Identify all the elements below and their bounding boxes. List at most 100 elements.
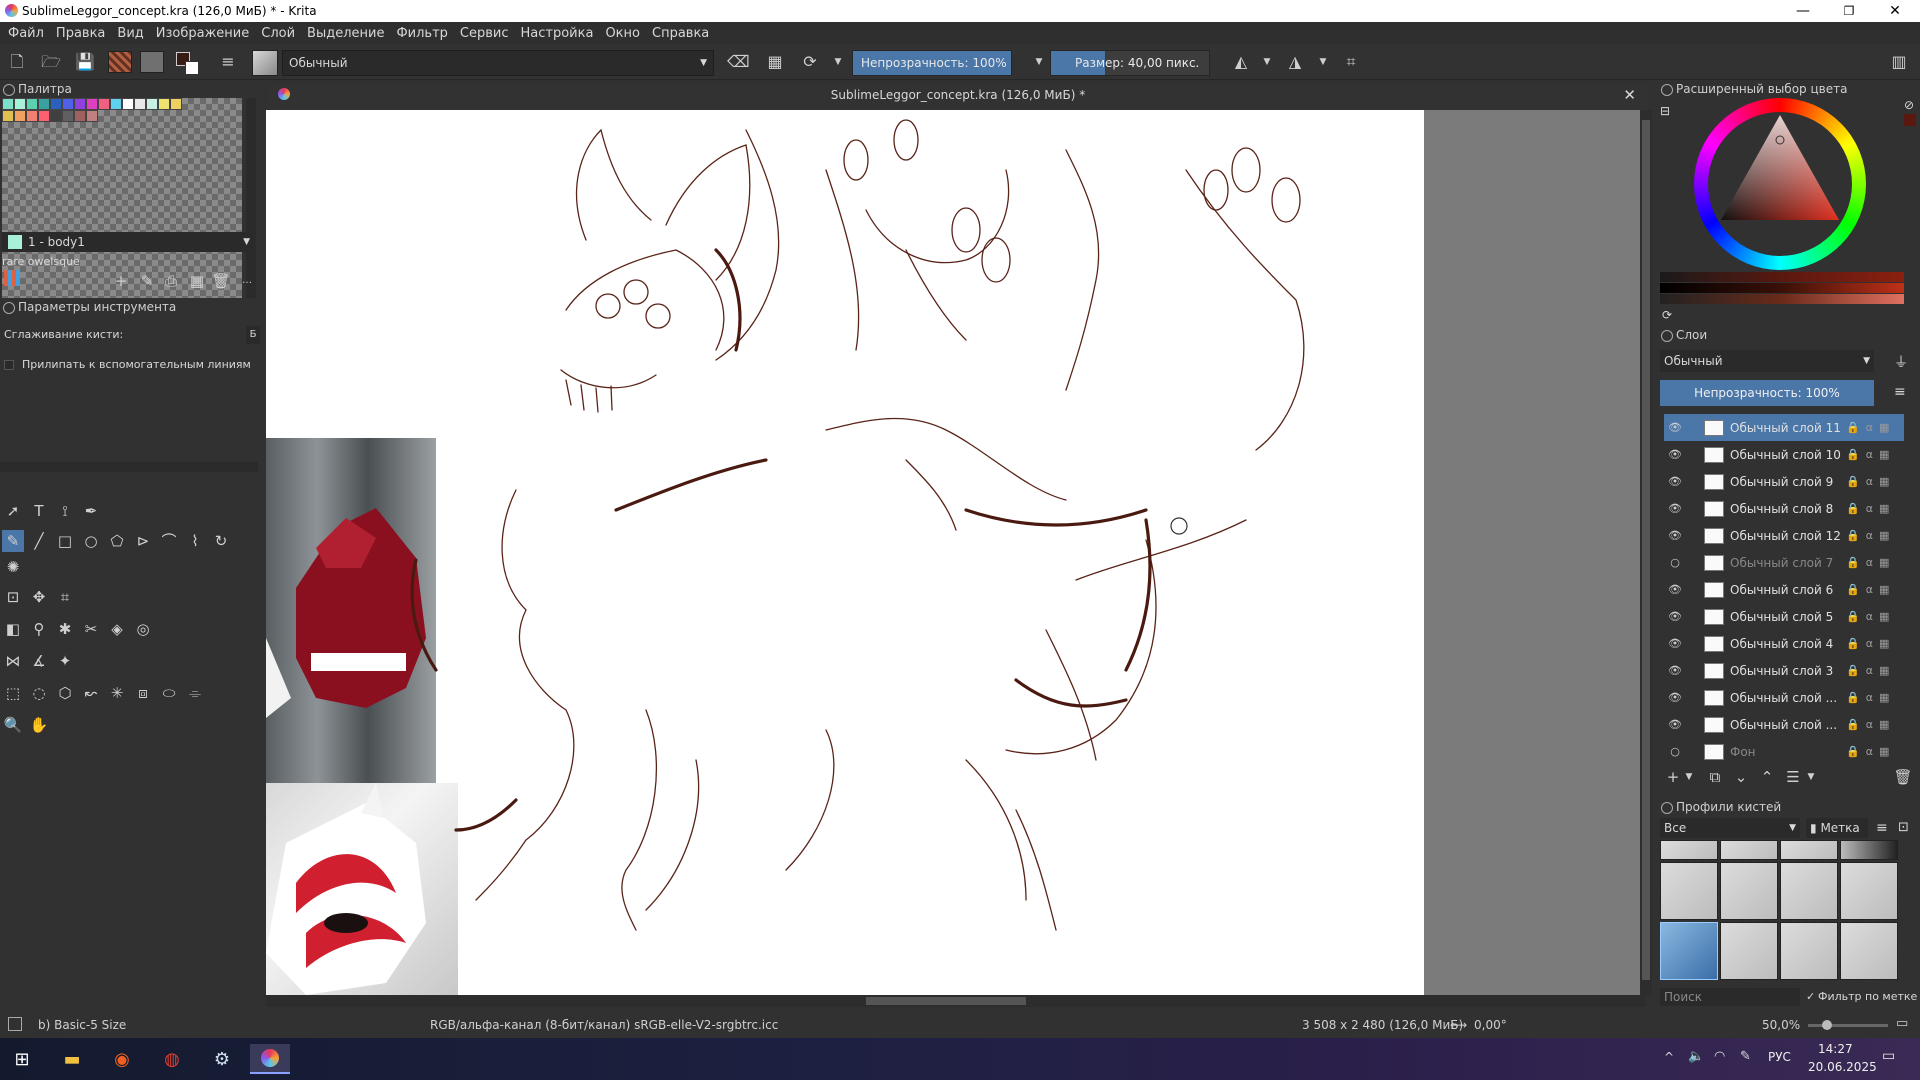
menu-layer[interactable]: Слой — [261, 26, 295, 41]
palette-swatch[interactable] — [110, 98, 122, 110]
layer-flags-icons[interactable]: 🔒α▦ — [1846, 637, 1904, 650]
similar-select-tool-icon[interactable]: ⧈ — [132, 682, 154, 704]
palette-icon[interactable] — [4, 270, 20, 286]
palette-swatch[interactable] — [26, 110, 38, 122]
mirror-horizontal-icon[interactable]: ◭ — [1230, 52, 1252, 72]
palette-swatch[interactable] — [14, 98, 26, 110]
freehand-path-tool-icon[interactable]: ⌇ — [184, 530, 206, 552]
layer-flags-icons[interactable]: 🔒α▦ — [1846, 745, 1904, 758]
smoothing-select[interactable]: Б — [246, 326, 260, 344]
brush-preset-item[interactable] — [1720, 862, 1778, 920]
layer-flags-icons[interactable]: 🔒α▦ — [1846, 529, 1904, 542]
brush-preset-item[interactable] — [1720, 840, 1778, 860]
layer-row[interactable]: 👁 Обычный слой 8 🔒α▦ — [1664, 495, 1904, 522]
gradient-selector[interactable] — [108, 51, 132, 73]
maximize-button[interactable]: ❐ — [1826, 0, 1872, 22]
palette-swatch[interactable] — [50, 110, 62, 122]
contiguous-select-tool-icon[interactable]: ✳ — [106, 682, 128, 704]
menu-window[interactable]: Окно — [605, 26, 640, 41]
snap-checkbox[interactable] — [4, 360, 14, 370]
menu-image[interactable]: Изображение — [156, 26, 249, 41]
save-icon[interactable]: 💾 — [74, 52, 96, 72]
calligraphy-tool-icon[interactable]: ✒ — [80, 500, 102, 522]
close-document-icon[interactable]: ✕ — [1623, 84, 1636, 106]
palette-swatch[interactable] — [74, 110, 86, 122]
eye-icon[interactable]: 👁 — [1664, 583, 1686, 596]
palette-swatch[interactable] — [38, 110, 50, 122]
palette-swatch[interactable] — [170, 98, 182, 110]
tray-chevron-up-icon[interactable]: ^ — [1664, 1050, 1674, 1064]
workspace-icon[interactable]: ▥ — [1888, 52, 1910, 72]
fill-tool-icon[interactable]: ◈ — [106, 618, 128, 640]
palette-swatch[interactable] — [86, 110, 98, 122]
layer-flags-icons[interactable]: 🔒α▦ — [1846, 556, 1904, 569]
chevron-down-icon[interactable]: ▼ — [1256, 52, 1278, 72]
wrap-around-icon[interactable]: ⌗ — [1340, 52, 1362, 72]
eye-icon[interactable]: 👁 — [1664, 475, 1686, 488]
eye-icon[interactable]: 👁 — [1664, 664, 1686, 677]
eraser-icon[interactable]: ⌫ — [727, 52, 750, 72]
polygon-select-tool-icon[interactable]: ⬡ — [54, 682, 76, 704]
layer-row[interactable]: 👁 Обычный слой 12 🔒α▦ — [1664, 522, 1904, 549]
dynamic-brush-tool-icon[interactable]: ↻ — [210, 530, 232, 552]
brush-preset-item[interactable] — [1780, 862, 1838, 920]
notifications-icon[interactable]: ▭ — [1882, 1048, 1895, 1064]
pan-tool-icon[interactable]: ✋ — [28, 714, 50, 736]
enclose-fill-tool-icon[interactable]: ◎ — [132, 618, 154, 640]
pen-icon[interactable]: ✎ — [1740, 1049, 1751, 1064]
menu-settings[interactable]: Настройка — [521, 26, 594, 41]
layer-row[interactable]: 👁 Обычный слой 10 🔒α▦ — [1664, 441, 1904, 468]
zoom-tool-icon[interactable]: 🔍 — [2, 714, 24, 736]
layer-menu-icon[interactable]: ≡ — [1894, 384, 1906, 400]
brush-tag-select[interactable]: Все ▼ — [1660, 818, 1800, 838]
brush-search-input[interactable]: Поиск — [1660, 988, 1800, 1006]
add-swatch-icon[interactable]: + — [110, 270, 132, 292]
edit-shapes-tool-icon[interactable]: ⟟ — [54, 500, 76, 522]
layer-row[interactable]: 👁 Обычный слой 9 🔒α▦ — [1664, 468, 1904, 495]
layer-row[interactable]: 👁 Обычный слой ... 🔒α▦ — [1664, 711, 1904, 738]
brush-preset-item[interactable] — [1780, 922, 1838, 980]
palette-swatch[interactable] — [146, 98, 158, 110]
menu-select[interactable]: Выделение — [307, 26, 384, 41]
eye-icon[interactable]: 👁 — [1664, 448, 1686, 461]
colorize-mask-tool-icon[interactable]: ✱ — [54, 618, 76, 640]
menu-file[interactable]: Файл — [8, 26, 44, 41]
preset-settings-icon[interactable]: ⊡ — [1898, 820, 1909, 835]
crop-tool-icon[interactable]: ⌗ — [54, 586, 76, 608]
line-tool-icon[interactable]: ╱ — [28, 530, 50, 552]
rectangle-tool-icon[interactable]: □ — [54, 530, 76, 552]
brush-preset-item[interactable] — [1720, 922, 1778, 980]
brush-preset-icon[interactable] — [252, 50, 278, 76]
layer-flags-icons[interactable]: 🔒α▦ — [1846, 421, 1904, 434]
color-picker-tool-icon[interactable]: ⚲ — [28, 618, 50, 640]
zoom-slider[interactable] — [1808, 1020, 1888, 1030]
brush-preset-item[interactable] — [1840, 840, 1898, 860]
minimize-button[interactable]: — — [1780, 0, 1826, 22]
volume-icon[interactable]: 🔈 — [1688, 1049, 1704, 1064]
save-palette-icon[interactable]: ⎙ — [160, 270, 182, 292]
ellipse-select-tool-icon[interactable]: ◌ — [28, 682, 50, 704]
layer-opacity-slider[interactable]: Непрозрачность: 100% — [1660, 380, 1874, 406]
palette-swatch[interactable] — [14, 110, 26, 122]
magnetic-select-tool-icon[interactable]: ⌯ — [184, 682, 206, 704]
filter-icon[interactable]: ⏚ — [1894, 352, 1908, 372]
brush-preset-item-selected[interactable] — [1660, 922, 1718, 980]
steam-icon[interactable]: ⚙ — [202, 1044, 242, 1074]
new-document-icon[interactable]: 🗋 — [6, 52, 28, 72]
no-color-icon[interactable]: ⊘ — [1904, 98, 1914, 112]
menu-view[interactable]: Вид — [117, 26, 143, 41]
clock-time[interactable]: 14:27 — [1818, 1042, 1853, 1056]
chrome-icon[interactable]: ◍ — [152, 1044, 192, 1074]
eye-hidden-icon[interactable]: ○ — [1664, 745, 1686, 758]
size-slider[interactable]: Размер: 40,00 пикс. — [1050, 50, 1210, 76]
brush-preset-item[interactable] — [1840, 862, 1898, 920]
canvas[interactable] — [266, 110, 1424, 995]
display-settings-icon[interactable]: ▭ — [1896, 1016, 1908, 1031]
layer-flags-icons[interactable]: 🔒α▦ — [1846, 448, 1904, 461]
move-layer-down-icon[interactable]: ⌄ — [1730, 766, 1752, 788]
open-folder-icon[interactable]: 🗁 — [40, 52, 62, 72]
browser-app-icon[interactable]: ◉ — [102, 1044, 142, 1074]
chevron-down-icon[interactable]: ▼ — [1678, 766, 1700, 788]
layer-row[interactable]: ○ Обычный слой 7 🔒α▦ — [1664, 549, 1904, 576]
menu-help[interactable]: Справка — [652, 26, 709, 41]
